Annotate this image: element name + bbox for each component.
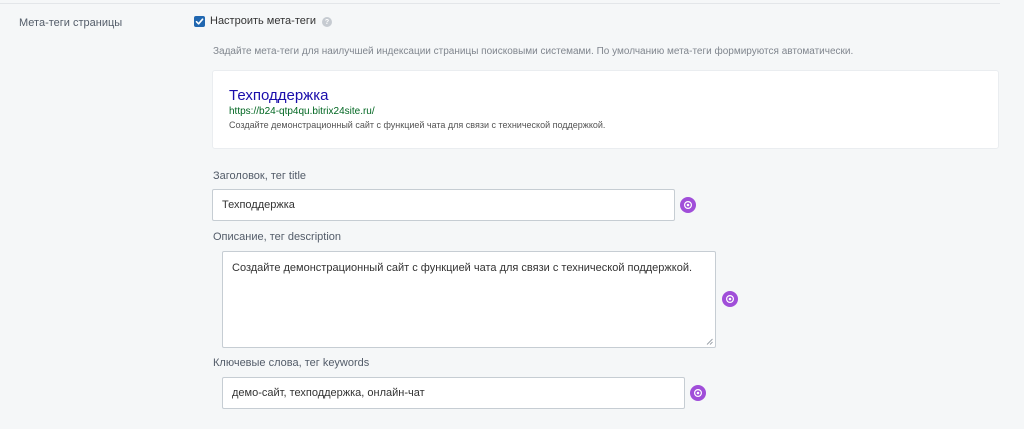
copilot-icon[interactable] [690,385,706,401]
question-icon[interactable]: ? [322,17,333,27]
title-input[interactable]: Техподдержка [212,189,675,221]
copilot-icon[interactable] [680,197,696,213]
preview-title: Техподдержка [229,87,329,104]
description-value: Создайте демонстрационный сайт с функцие… [232,262,693,274]
description-field-label: Описание, тег description [213,231,342,243]
customize-meta-checkbox[interactable] [194,15,205,27]
customize-meta-label[interactable]: Настроить мета-теги [210,15,316,27]
copilot-icon[interactable] [722,291,738,307]
preview-description: Создайте демонстрационный сайт с функцие… [229,120,606,130]
meta-tags-hint: Задайте мета-теги для наилучшей индексац… [213,46,854,57]
section-divider [0,3,1000,4]
section-label: Мета-теги страницы [19,17,123,29]
resize-handle-icon[interactable] [706,338,713,345]
keywords-field-label: Ключевые слова, тег keywords [213,357,370,369]
preview-url: https://b24-qtp4qu.bitrix24site.ru/ [229,106,375,117]
keywords-input[interactable]: демо-сайт, техподдержка, онлайн-чат [222,377,685,409]
checkmark-icon [195,17,204,25]
description-textarea[interactable]: Создайте демонстрационный сайт с функцие… [222,251,716,348]
title-field-label: Заголовок, тег title [213,170,307,182]
search-preview-card: Техподдержка https://b24-qtp4qu.bitrix24… [212,70,999,149]
customize-meta-row: Настроить мета-теги ? [194,15,333,27]
